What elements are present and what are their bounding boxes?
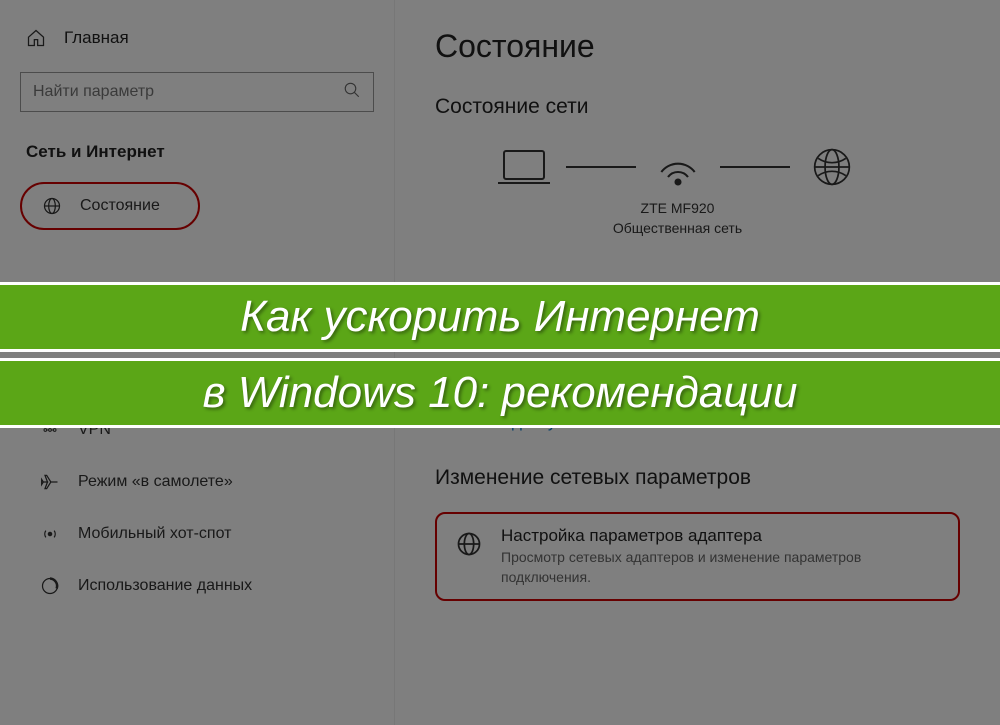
home-label: Главная — [64, 28, 129, 48]
connection-line — [566, 166, 636, 168]
network-info: ZTE MF920 Общественная сеть — [435, 199, 960, 238]
adapter-settings[interactable]: Настройка параметров адаптера Просмотр с… — [435, 512, 960, 601]
network-type: Общественная сеть — [435, 219, 920, 239]
sidebar-item-status[interactable]: Состояние — [20, 182, 200, 230]
sidebar-home[interactable]: Главная — [20, 28, 374, 48]
banner-line-1: Как ускорить Интернет — [0, 282, 1000, 352]
home-icon — [26, 28, 46, 48]
laptop-icon — [494, 143, 554, 191]
section-change-settings: Изменение сетевых параметров — [435, 466, 960, 490]
network-name: ZTE MF920 — [435, 199, 920, 219]
adapter-desc: Просмотр сетевых адаптеров и изменение п… — [501, 548, 940, 587]
connection-line — [720, 166, 790, 168]
search-icon — [343, 81, 361, 104]
sidebar-item-airplane[interactable]: Режим «в самолете» — [20, 458, 374, 506]
wifi-icon — [648, 143, 708, 191]
search-input[interactable] — [33, 83, 343, 101]
hotspot-icon — [40, 524, 60, 544]
category-header: Сеть и Интернет — [20, 142, 374, 162]
globe-large-icon — [802, 143, 862, 191]
page-title: Состояние — [435, 28, 960, 65]
adapter-title: Настройка параметров адаптера — [501, 526, 940, 546]
search-box[interactable] — [20, 72, 374, 112]
sidebar-item-label: Состояние — [80, 197, 160, 215]
globe-icon — [42, 196, 62, 216]
adapter-globe-icon — [455, 530, 483, 558]
network-diagram — [435, 143, 960, 191]
sidebar-item-label: Режим «в самолете» — [78, 473, 233, 491]
sidebar-item-data-usage[interactable]: Использование данных — [20, 562, 374, 610]
sidebar-item-label: Использование данных — [78, 577, 252, 595]
banner-line-2: в Windows 10: рекомендации — [0, 358, 1000, 428]
data-usage-icon — [40, 576, 60, 596]
airplane-icon — [40, 472, 60, 492]
section-network-status: Состояние сети — [435, 95, 960, 119]
sidebar-item-hotspot[interactable]: Мобильный хот-спот — [20, 510, 374, 558]
sidebar-item-label: Мобильный хот-спот — [78, 525, 231, 543]
